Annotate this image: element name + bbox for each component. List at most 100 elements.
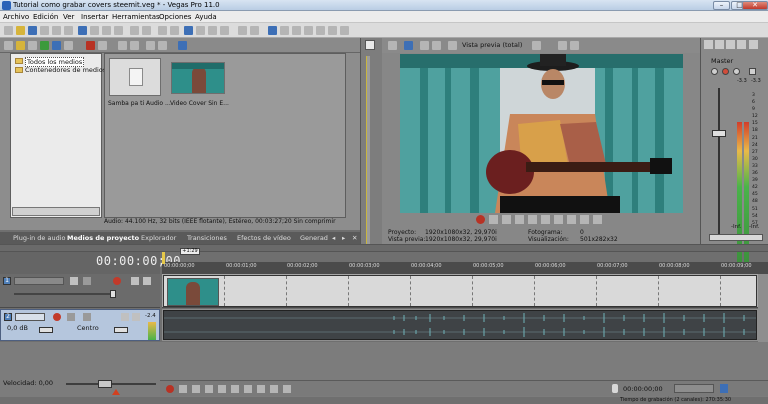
stop-preview-icon[interactable] — [130, 41, 139, 50]
track-header-video[interactable]: 1 — [0, 274, 160, 308]
tab-scroll-left-icon[interactable]: ◂ — [332, 234, 335, 242]
copy-snapshot-icon[interactable] — [558, 41, 567, 50]
track-motion-icon[interactable] — [70, 277, 78, 285]
stop-icon[interactable] — [541, 215, 550, 224]
tab-transitions[interactable]: Transiciones — [187, 234, 227, 242]
auto-preview-icon[interactable] — [118, 41, 127, 50]
play-icon[interactable] — [515, 215, 524, 224]
menu-opciones[interactable]: Opciones — [159, 13, 191, 21]
loop-playback-icon[interactable] — [179, 385, 187, 393]
pause-icon[interactable] — [528, 215, 537, 224]
views-icon[interactable] — [178, 41, 187, 50]
track-header-audio[interactable]: 2 -2.4 0,0 dB Centro — [0, 309, 160, 341]
normal-edit-tool-icon[interactable] — [184, 26, 193, 35]
play-from-start-icon[interactable] — [192, 385, 200, 393]
record-icon[interactable] — [166, 385, 174, 393]
track-fx-icon[interactable] — [67, 313, 75, 321]
rate-slider[interactable] — [98, 380, 112, 388]
media-fx-icon[interactable] — [40, 41, 49, 50]
audio-thumbnail[interactable] — [109, 58, 161, 96]
prev-frame-icon[interactable] — [580, 215, 589, 224]
zoom-edit-tool-icon[interactable] — [220, 26, 229, 35]
save-snapshot-icon[interactable] — [570, 41, 579, 50]
tab-explorer[interactable]: Explorador — [141, 234, 176, 242]
solo-track-icon[interactable] — [132, 313, 140, 321]
video-clip[interactable] — [163, 275, 757, 307]
composite-mode-icon[interactable] — [113, 277, 121, 285]
fx-bypass-icon[interactable] — [733, 68, 740, 75]
audio-clip[interactable] — [163, 310, 757, 340]
playhead-icon[interactable] — [162, 252, 165, 264]
enable-snapping-icon[interactable] — [158, 26, 167, 35]
auto-crossfade-icon[interactable] — [170, 26, 179, 35]
tab-close-icon[interactable]: ✕ — [352, 234, 357, 242]
go-to-end-icon[interactable] — [257, 385, 265, 393]
redo-icon[interactable] — [142, 26, 151, 35]
selection-length-field[interactable] — [674, 384, 714, 393]
loop-icon[interactable] — [489, 215, 498, 224]
mixer-fx-icon[interactable] — [715, 40, 724, 49]
help-icon[interactable] — [340, 26, 349, 35]
go-to-start-icon[interactable] — [554, 215, 563, 224]
menu-edicion[interactable]: Edición — [33, 13, 58, 21]
region-marker[interactable]: +1:29 — [180, 248, 200, 255]
remove-unused-icon[interactable] — [28, 41, 37, 50]
trimmer-icon[interactable] — [365, 40, 375, 50]
play-from-start-icon[interactable] — [502, 215, 511, 224]
refresh-icon[interactable] — [98, 41, 107, 50]
mute-icon[interactable] — [711, 68, 718, 75]
menu-ayuda[interactable]: Ayuda — [195, 13, 217, 21]
copy-icon[interactable] — [90, 26, 99, 35]
envelope-edit-tool-icon[interactable] — [196, 26, 205, 35]
level-slider[interactable] — [110, 290, 116, 298]
media-generators-icon[interactable] — [64, 41, 73, 50]
mixer-scrollbar[interactable] — [709, 234, 763, 241]
menu-ver[interactable]: Ver — [63, 13, 74, 21]
next-frame-icon[interactable] — [283, 385, 291, 393]
minimize-button[interactable]: – — [713, 1, 730, 10]
next-frame-icon[interactable] — [593, 215, 602, 224]
timeline-splitter[interactable] — [0, 244, 768, 252]
preview-quality-icon[interactable] — [448, 41, 457, 50]
tab-video-fx[interactable]: Efectos de vídeo — [237, 234, 291, 242]
mute-track-icon[interactable] — [131, 277, 139, 285]
capture-icon[interactable] — [16, 41, 25, 50]
fx-icon[interactable] — [420, 41, 429, 50]
play-preview-icon[interactable] — [146, 41, 155, 50]
mute-track-icon[interactable] — [121, 313, 129, 321]
preview-mode[interactable]: Vista previa (total) — [462, 41, 522, 49]
ripple-edit-icon[interactable] — [268, 26, 277, 35]
render-icon[interactable] — [52, 26, 61, 35]
video-thumbnail[interactable] — [171, 62, 225, 94]
lock-envelopes-icon[interactable] — [238, 26, 247, 35]
import-media-icon[interactable] — [4, 41, 13, 50]
time-ruler[interactable]: 00:00:00;00 00:00:01;00 00:00:02;00 00:0… — [162, 262, 768, 274]
ignore-grouping-icon[interactable] — [250, 26, 259, 35]
go-to-start-icon[interactable] — [244, 385, 252, 393]
save-as-icon[interactable] — [40, 26, 49, 35]
tree-item-media-bins[interactable]: Contenedores de medios — [25, 66, 106, 74]
overlays-icon[interactable] — [532, 41, 541, 50]
preview-properties-icon[interactable] — [388, 41, 397, 50]
undo-icon[interactable] — [130, 26, 139, 35]
delete-icon[interactable] — [114, 26, 123, 35]
arm-record-icon[interactable] — [53, 313, 61, 321]
master-fader[interactable] — [712, 130, 726, 137]
cut-icon[interactable] — [78, 26, 87, 35]
menu-herramientas[interactable]: Herramientas — [112, 13, 160, 21]
close-button[interactable]: ✕ — [742, 1, 768, 10]
open-icon[interactable] — [16, 26, 25, 35]
tab-project-media[interactable]: Medios de proyecto — [67, 234, 139, 242]
mixer-props-icon[interactable] — [704, 40, 713, 49]
save-icon[interactable] — [28, 26, 37, 35]
menu-insertar[interactable]: Insertar — [81, 13, 108, 21]
input-monitor-icon[interactable] — [83, 313, 91, 321]
mixer-add-icon[interactable] — [726, 40, 735, 49]
tool-b-icon[interactable] — [292, 26, 301, 35]
tab-scroll-right-icon[interactable]: ▸ — [342, 234, 345, 242]
track-fx-icon[interactable] — [83, 277, 91, 285]
menu-archivo[interactable]: Archivo — [3, 13, 29, 21]
volume-slider[interactable] — [39, 327, 53, 333]
loop-preview-icon[interactable] — [158, 41, 167, 50]
save-recording-icon[interactable] — [720, 384, 728, 393]
